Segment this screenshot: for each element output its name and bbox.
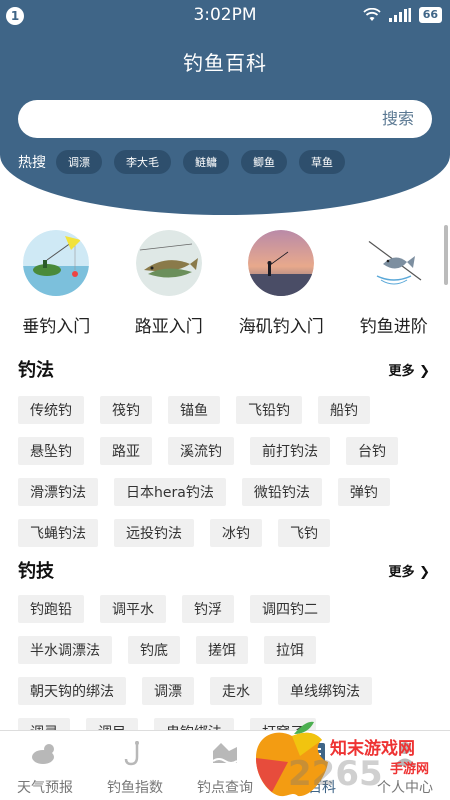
method-tag[interactable]: 微铅钓法 <box>241 478 322 506</box>
page-title: 钓鱼百科 <box>183 51 267 75</box>
more-label: 更多 <box>388 364 415 379</box>
category-row: 垂钓入门 路亚入门 海矶钓入门 钓鱼进阶 <box>0 230 450 337</box>
tag-row: 钓跑铅 调平水 钓浮 调四钓二 <box>18 595 450 636</box>
tag-row: 悬坠钓 路亚 溪流钓 前打钓法 台钓 <box>18 437 450 478</box>
advanced-fishing-image <box>360 230 427 296</box>
category-label: 钓鱼进阶 <box>359 317 428 337</box>
method-tag[interactable]: 日本hera钓法 <box>114 478 226 506</box>
method-tag[interactable]: 飞铅钓 <box>236 396 302 424</box>
search-bar: 搜索 <box>18 100 432 138</box>
category-item[interactable]: 钓鱼进阶 <box>338 230 450 337</box>
tag-row: 半水调漂法 钓底 搓饵 拉饵 <box>18 636 450 677</box>
hot-tag[interactable]: 草鱼 <box>299 150 345 174</box>
lure-fishing-image <box>135 230 202 296</box>
category-item[interactable]: 路亚入门 <box>113 230 226 337</box>
status-icons: 66 <box>363 7 442 23</box>
section-title: 钓法 <box>18 360 54 381</box>
section-header: 钓技 更多 ❯ <box>0 557 450 583</box>
fishing-spot-icon <box>212 743 238 764</box>
watermark: 知末游戏网 2265 手游网 <box>248 712 448 800</box>
technique-tag[interactable]: 调四钓二 <box>250 595 330 623</box>
watermark-subtext: 手游网 <box>390 762 430 777</box>
chevron-right-icon: ❯ <box>419 565 430 580</box>
method-tag[interactable]: 滑漂钓法 <box>18 478 98 506</box>
more-label: 更多 <box>388 565 415 580</box>
method-tag[interactable]: 悬坠钓 <box>18 437 84 465</box>
method-tag[interactable]: 飞蝇钓法 <box>18 519 98 547</box>
hot-tag[interactable]: 鲢鳙 <box>183 150 229 174</box>
method-tag[interactable]: 传统钓 <box>18 396 84 424</box>
category-label: 垂钓入门 <box>22 317 91 337</box>
sea-rock-fishing-image <box>248 230 315 296</box>
section-methods: 钓法 更多 ❯ 传统钓 筏钓 锚鱼 飞铅钓 船钓 悬坠钓 路亚 溪流钓 前打钓法… <box>0 356 450 560</box>
technique-tag[interactable]: 半水调漂法 <box>18 636 112 664</box>
search-button[interactable]: 搜索 <box>382 100 414 138</box>
tab-label: 钓鱼指数 <box>107 780 163 796</box>
battery-icon: 66 <box>418 7 442 23</box>
hot-search-label: 热搜 <box>18 155 46 171</box>
tag-row: 滑漂钓法 日本hera钓法 微铅钓法 弹钓 <box>18 478 450 519</box>
tab-weather[interactable]: 天气预报 <box>0 731 90 800</box>
tab-fishing-index[interactable]: 钓鱼指数 <box>90 731 180 800</box>
technique-tag[interactable]: 单线绑钩法 <box>278 677 372 705</box>
more-link[interactable]: 更多 ❯ <box>389 360 430 379</box>
technique-tag[interactable]: 搓饵 <box>196 636 248 664</box>
hot-tag[interactable]: 调漂 <box>56 150 102 174</box>
category-label: 路亚入门 <box>134 317 203 337</box>
section-header: 钓法 更多 ❯ <box>0 356 450 382</box>
hot-tag[interactable]: 鲫鱼 <box>241 150 287 174</box>
technique-tag[interactable]: 调平水 <box>100 595 166 623</box>
section-title: 钓技 <box>18 561 54 582</box>
tag-grid: 传统钓 筏钓 锚鱼 飞铅钓 船钓 悬坠钓 路亚 溪流钓 前打钓法 台钓 滑漂钓法… <box>0 396 450 560</box>
technique-tag[interactable]: 钓浮 <box>182 595 234 623</box>
tab-label: 天气预报 <box>17 780 73 796</box>
hot-tag[interactable]: 李大毛 <box>114 150 171 174</box>
weather-icon <box>32 744 54 764</box>
method-tag[interactable]: 船钓 <box>318 396 370 424</box>
technique-tag[interactable]: 钓底 <box>128 636 180 664</box>
method-tag[interactable]: 溪流钓 <box>168 437 234 465</box>
category-label: 海矶钓入门 <box>238 317 324 337</box>
method-tag[interactable]: 路亚 <box>100 437 152 465</box>
technique-tag[interactable]: 走水 <box>210 677 262 705</box>
wifi-icon <box>363 8 381 21</box>
method-tag[interactable]: 锚鱼 <box>168 396 220 424</box>
technique-tag[interactable]: 朝天钩的绑法 <box>18 677 126 705</box>
technique-tag[interactable]: 调漂 <box>142 677 194 705</box>
signal-icon <box>388 8 411 22</box>
tag-row: 飞蝇钓法 远投钓法 冰钓 飞钓 <box>18 519 450 560</box>
more-link[interactable]: 更多 ❯ <box>389 561 430 580</box>
header: 1 3:02PM 66 钓鱼百科 搜索 热搜 调漂 李大毛 鲢鳙 鲫鱼 草鱼 <box>0 0 450 215</box>
method-tag[interactable]: 远投钓法 <box>114 519 194 547</box>
category-item[interactable]: 海矶钓入门 <box>225 230 338 337</box>
technique-tag[interactable]: 拉饵 <box>264 636 316 664</box>
status-bar: 1 3:02PM 66 <box>0 0 450 32</box>
method-tag[interactable]: 冰钓 <box>210 519 262 547</box>
chevron-right-icon: ❯ <box>419 364 430 379</box>
technique-tag[interactable]: 钓跑铅 <box>18 595 84 623</box>
method-tag[interactable]: 弹钓 <box>337 478 390 506</box>
tag-row: 传统钓 筏钓 锚鱼 飞铅钓 船钓 <box>18 396 450 437</box>
method-tag[interactable]: 飞钓 <box>278 519 330 547</box>
beginner-fishing-image <box>23 230 90 296</box>
watermark-number: 2265 <box>288 754 383 794</box>
search-input[interactable] <box>34 100 374 138</box>
hot-search-row: 热搜 调漂 李大毛 鲢鳙 鲫鱼 草鱼 <box>18 150 357 174</box>
method-tag[interactable]: 筏钓 <box>100 396 152 424</box>
category-item[interactable]: 垂钓入门 <box>0 230 113 337</box>
method-tag[interactable]: 前打钓法 <box>250 437 330 465</box>
method-tag[interactable]: 台钓 <box>346 437 398 465</box>
fishing-hook-icon <box>124 741 139 766</box>
scrollbar[interactable] <box>444 225 448 285</box>
